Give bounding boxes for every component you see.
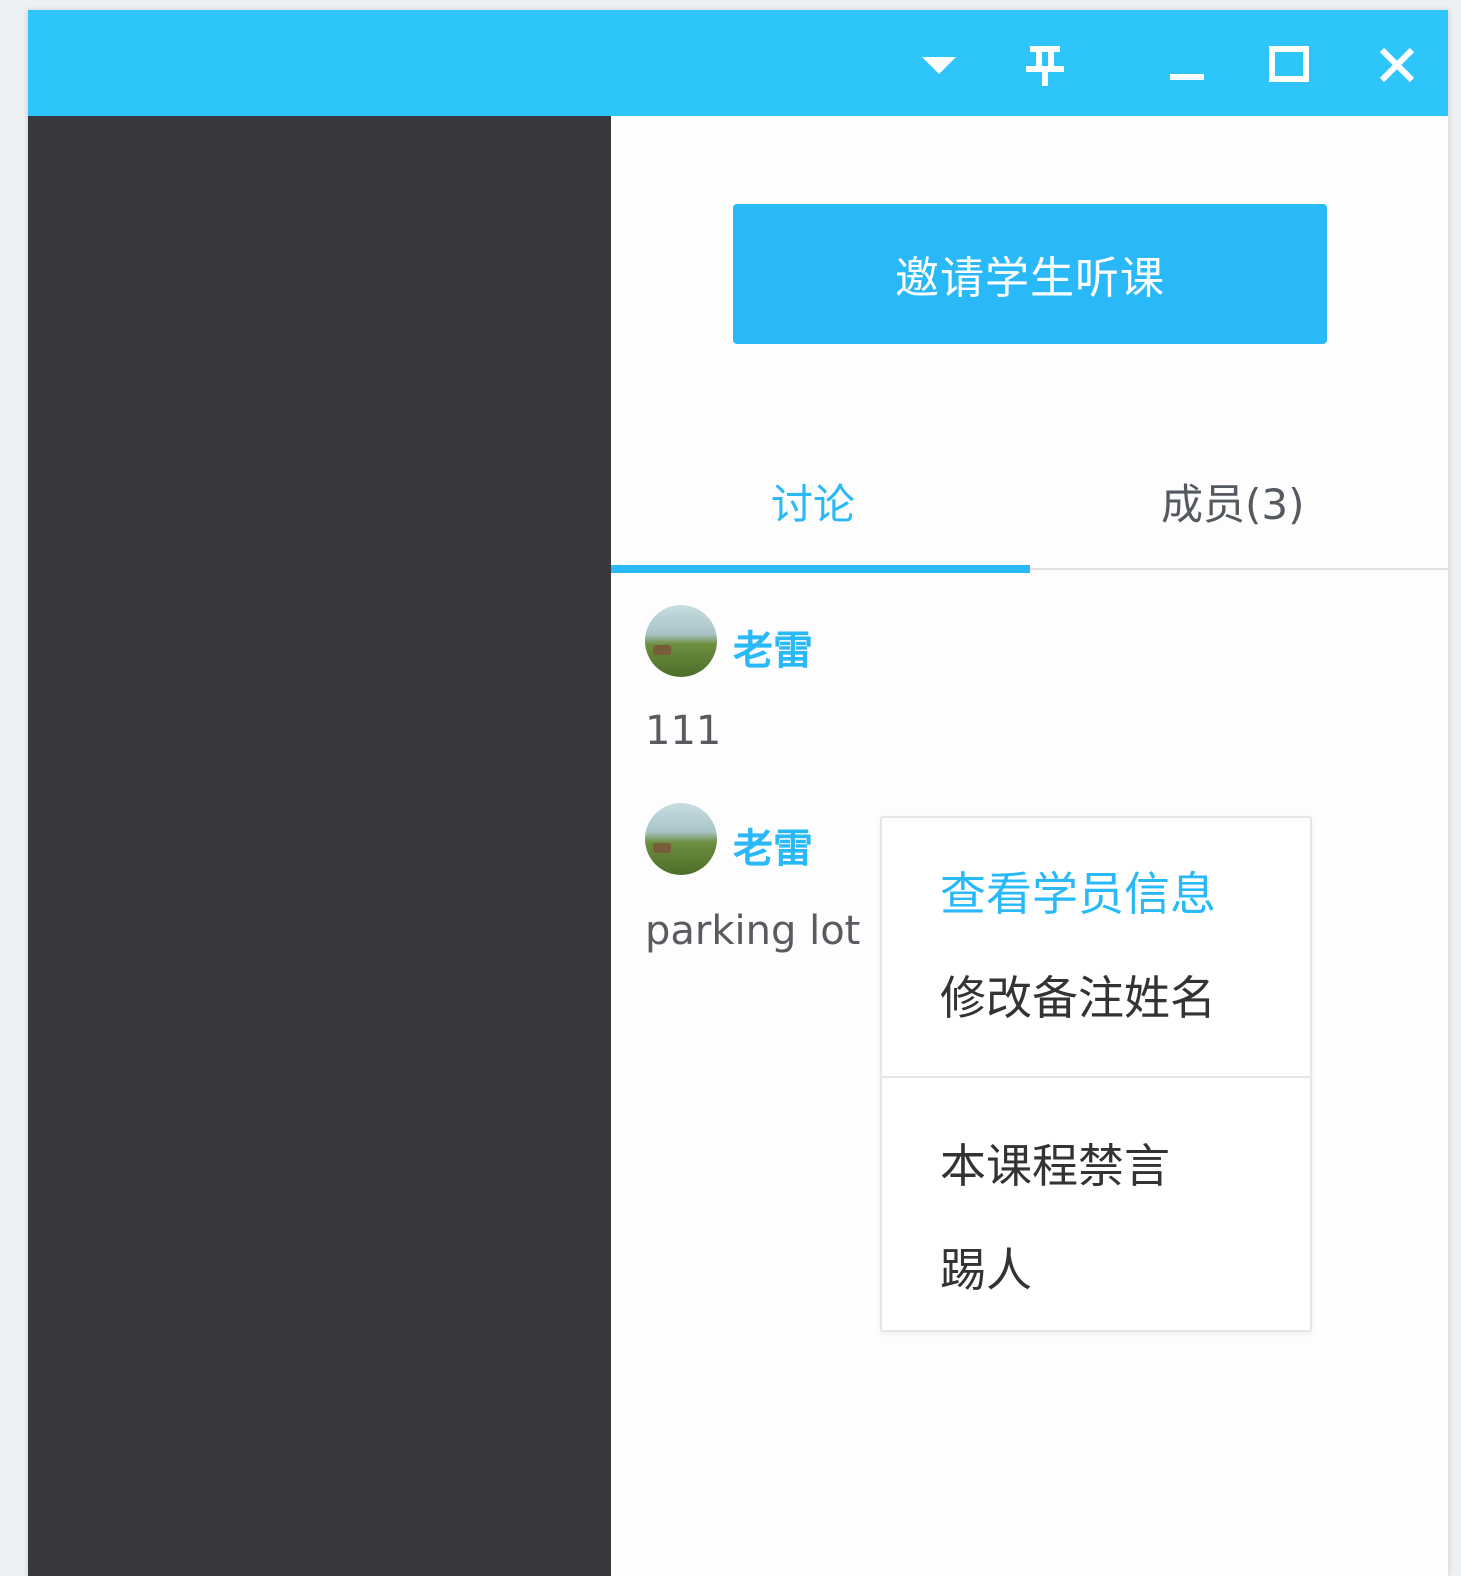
message-text: parking lot <box>645 908 861 954</box>
menu-divider <box>882 1076 1310 1078</box>
message-username[interactable]: 老雷 <box>733 816 813 874</box>
minimize-icon[interactable] <box>1162 40 1212 90</box>
menu-item-view-student-info[interactable]: 查看学员信息 <box>940 858 1216 924</box>
close-icon[interactable] <box>1372 40 1422 90</box>
tab-discussion[interactable]: 讨论 <box>771 471 855 532</box>
invite-students-button[interactable]: 邀请学生听课 <box>733 204 1327 344</box>
title-bar[interactable] <box>28 10 1448 116</box>
side-panel: 邀请学生听课 讨论 成员(3) 老雷 111 老雷 parking lot 查看… <box>611 116 1448 1576</box>
app-window: 邀请学生听课 讨论 成员(3) 老雷 111 老雷 parking lot 查看… <box>28 10 1448 1576</box>
video-area <box>28 116 611 1576</box>
menu-item-edit-remark-name[interactable]: 修改备注姓名 <box>940 962 1216 1028</box>
avatar[interactable] <box>645 605 717 677</box>
menu-item-kick-user[interactable]: 踢人 <box>940 1234 1032 1300</box>
pin-icon[interactable] <box>1020 40 1070 90</box>
avatar[interactable] <box>645 803 717 875</box>
context-menu: 查看学员信息 修改备注姓名 本课程禁言 踢人 <box>880 816 1312 1332</box>
menu-item-mute-in-course[interactable]: 本课程禁言 <box>940 1130 1170 1196</box>
tab-members[interactable]: 成员(3) <box>1161 471 1305 532</box>
active-tab-indicator <box>611 565 1030 573</box>
dropdown-icon[interactable] <box>914 40 964 90</box>
message-username[interactable]: 老雷 <box>733 618 813 676</box>
message-text: 111 <box>645 708 722 754</box>
maximize-icon[interactable] <box>1264 40 1314 90</box>
